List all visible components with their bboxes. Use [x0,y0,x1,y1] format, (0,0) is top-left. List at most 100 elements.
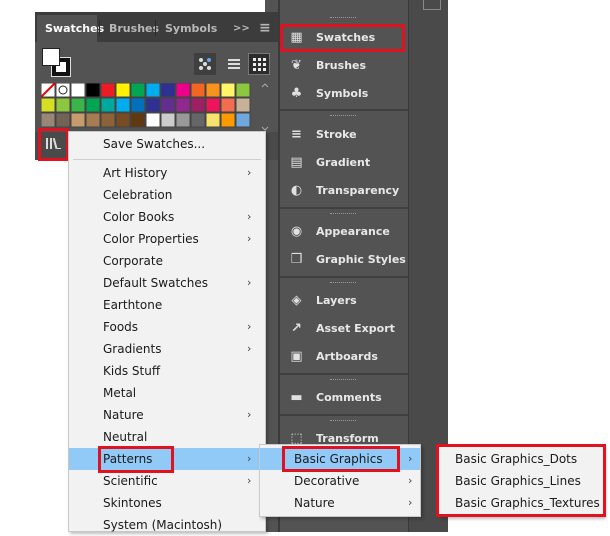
submenu-arrow-icon: › [247,452,252,465]
swatch-scroll-arrows[interactable] [261,83,269,131]
dock-item-label: Transparency [316,184,400,197]
dock-item-label: Appearance [316,225,390,238]
menu-item-nature[interactable]: Nature › [260,492,420,514]
grid-view-icon[interactable] [248,53,270,75]
menu-item-label: Skintones [103,496,162,510]
stroke-lines-icon: ≡ [291,127,302,142]
menu-item-default-swatches[interactable]: Default Swatches › [69,272,265,294]
menu-item-foods[interactable]: Foods › [69,316,265,338]
dock-item-brushes[interactable]: ❦ Brushes [280,52,408,80]
comment-icon: ▬ [290,390,303,405]
submenu-arrow-icon: › [247,342,252,355]
menu-item-label: Neutral [103,430,148,444]
swatch-grid[interactable] [41,83,263,131]
swatch-options-icon[interactable] [194,53,216,75]
menu-item-celebration[interactable]: Celebration [69,184,265,206]
menu-item-skintones[interactable]: Skintones [69,492,265,514]
menu-item-system-macintosh[interactable]: System (Macintosh) [69,514,265,536]
dock-item-label: Brushes [316,59,367,72]
artboards-icon: ▣ [290,349,303,364]
menu-item-decorative[interactable]: Decorative › [260,470,420,492]
submenu-arrow-icon: › [408,496,413,509]
submenu-arrow-icon: › [247,276,252,289]
appearance-icon: ◉ [290,224,303,239]
dock-grip[interactable] [330,213,356,216]
menu-item-label: System (Macintosh) [103,518,223,532]
menu-item-kids-stuff[interactable]: Kids Stuff [69,360,265,382]
dock-item-artboards[interactable]: ▣ Artboards [280,343,408,371]
menu-item-label: Kids Stuff [103,364,161,378]
menu-item-label: Decorative [294,474,360,488]
dock-grip[interactable] [330,17,356,20]
callout-basic-graphics-item [282,446,400,472]
menu-item-gradients[interactable]: Gradients › [69,338,265,360]
dock-grip[interactable] [330,420,356,423]
menu-item-scientific[interactable]: Scientific › [69,470,265,492]
dock-item-stroke[interactable]: ≡ Stroke [280,121,408,149]
callout-basic-graphics-submenu [436,444,606,517]
tab-brushes[interactable]: Brushes [101,15,159,42]
dock-grip[interactable] [330,115,356,118]
dock-item-graphic-styles[interactable]: ❒ Graphic Styles [280,246,408,274]
submenu-arrow-icon: › [247,474,252,487]
panel-tab-bar: Swatches Brushes Symbols >> ≡ [35,12,278,42]
dock-item-label: Gradient [316,156,371,169]
menu-item-earthtone[interactable]: Earthtone [69,294,265,316]
dock-item-symbols[interactable]: ♣ Symbols [280,80,408,108]
dock-item-label: Comments [316,391,382,404]
menu-item-corporate[interactable]: Corporate [69,250,265,272]
menu-separator [73,159,261,160]
export-icon: ↗ [291,321,302,336]
menu-item-metal[interactable]: Metal [69,382,265,404]
dock-item-gradient[interactable]: ▤ Gradient [280,149,408,177]
dock-item-label: Layers [316,294,357,307]
dock-item-layers[interactable]: ◈ Layers [280,287,408,315]
menu-item-label: Foods [103,320,139,334]
submenu-arrow-icon: › [247,232,252,245]
dock-grip[interactable] [330,379,356,382]
callout-libraries-button [38,128,69,161]
dock-item-label: Asset Export [316,322,395,335]
dock-group-separator [280,414,408,416]
menu-item-label: Scientific [103,474,158,488]
gradient-icon: ▤ [290,155,303,170]
menu-item-label: Color Properties [103,232,199,246]
tab-divider [99,20,100,36]
menu-item-save-swatches[interactable]: Save Swatches... [69,133,265,155]
menu-item-color-books[interactable]: Color Books › [69,206,265,228]
dock-item-comments[interactable]: ▬ Comments [280,384,408,412]
dock-grip[interactable] [330,282,356,285]
dock-item-transparency[interactable]: ◐ Transparency [280,177,408,205]
submenu-arrow-icon: › [247,166,252,179]
club-icon: ♣ [290,86,303,101]
tab-swatches[interactable]: Swatches [37,15,104,42]
dock-item-appearance[interactable]: ◉ Appearance [280,218,408,246]
menu-item-art-history[interactable]: Art History › [69,162,265,184]
menu-item-color-properties[interactable]: Color Properties › [69,228,265,250]
transparency-icon: ◐ [290,183,303,198]
list-view-icon[interactable] [223,53,245,75]
menu-item-label: Earthtone [103,298,163,312]
menu-item-label: Nature [294,496,335,510]
menu-item-label: Celebration [103,188,173,202]
collapsed-panel-icon[interactable] [423,0,441,10]
submenu-arrow-icon: › [408,452,413,465]
menu-item-label: Default Swatches [103,276,208,290]
panel-menu-icon[interactable]: ≡ [255,15,273,42]
dock-item-asset-export[interactable]: ↗ Asset Export [280,315,408,343]
menu-item-label: Nature [103,408,144,422]
tab-symbols[interactable]: Symbols [157,15,217,42]
brush-icon: ❦ [291,58,302,73]
menu-item-neutral[interactable]: Neutral [69,426,265,448]
fill-swatch-front [42,48,60,66]
collapse-chevron-icon[interactable]: >> [229,15,250,42]
submenu-arrow-icon: › [247,320,252,333]
callout-patterns-item [98,446,174,473]
dock-item-label: Stroke [316,128,357,141]
menu-item-label: Gradients [103,342,162,356]
dock-group-separator [280,109,408,111]
dock-group-separator [280,373,408,375]
submenu-arrow-icon: › [408,474,413,487]
layers-icon: ◈ [291,293,302,308]
menu-item-nature[interactable]: Nature › [69,404,265,426]
